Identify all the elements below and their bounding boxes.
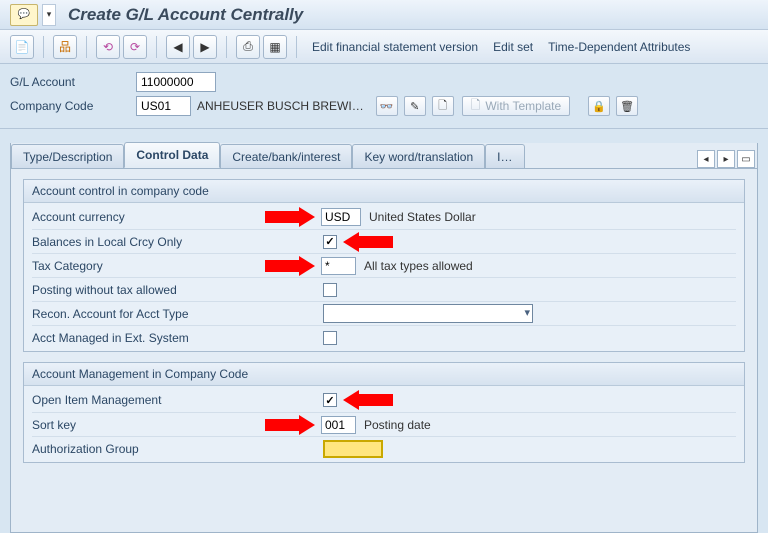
sheet-icon[interactable]: ▦ [263,35,287,59]
gl-account-label: G/L Account [10,75,130,89]
recon-account-label: Recon. Account for Acct Type [32,307,257,321]
page-title: Create G/L Account Centrally [68,5,303,25]
link-financial-statement[interactable]: Edit financial statement version [306,36,484,58]
posting-without-tax-checkbox[interactable] [323,283,337,297]
balances-local-label: Balances in Local Crcy Only [32,235,257,249]
toggle-display-icon[interactable]: 📄 [10,35,34,59]
account-currency-desc: United States Dollar [369,210,476,224]
open-item-label: Open Item Management [32,393,257,407]
company-code-desc: ANHEUSER BUSCH BREWI… [197,99,364,113]
next-icon[interactable]: ▶ [193,35,217,59]
tab-list-icon[interactable]: ▭ [737,150,755,168]
annotation-arrow-icon [265,417,313,433]
company-code-input[interactable] [136,96,191,116]
tab-information[interactable]: I… [485,144,524,169]
undo-icon[interactable]: ⟲ [96,35,120,59]
structure-icon[interactable]: 品 [53,35,77,59]
command-dropdown[interactable]: ▾ [42,4,56,26]
separator [86,36,87,58]
sort-key-desc: Posting date [364,418,431,432]
with-template-button[interactable]: 🗋 With Template [462,96,570,116]
group-account-management-title: Account Management in Company Code [24,363,744,386]
authorization-group-label: Authorization Group [32,442,257,456]
ext-system-checkbox[interactable] [323,331,337,345]
tab-scroll-right-icon[interactable]: ▸ [717,150,735,168]
group-account-management: Account Management in Company Code Open … [23,362,745,463]
template-icon: 🗋 [471,96,481,117]
sort-key-input[interactable] [321,416,356,434]
create-icon[interactable]: 🗋 [432,96,454,116]
separator [296,36,297,58]
tab-control-data[interactable]: Control Data [124,142,220,168]
link-edit-set[interactable]: Edit set [487,36,539,58]
open-item-checkbox[interactable]: ✓ [323,393,337,407]
tab-type-description[interactable]: Type/Description [11,144,124,169]
link-time-dependent[interactable]: Time-Dependent Attributes [542,36,696,58]
posting-without-tax-label: Posting without tax allowed [32,283,257,297]
tab-key-word-translation[interactable]: Key word/translation [352,144,485,169]
separator [156,36,157,58]
group-account-control: Account control in company code Account … [23,179,745,352]
redo-icon[interactable]: ⟳ [123,35,147,59]
display-icon[interactable]: 👓 [376,96,398,116]
prev-icon[interactable]: ◀ [166,35,190,59]
annotation-arrow-icon [345,234,393,250]
separator [43,36,44,58]
tax-category-desc: All tax types allowed [364,259,473,273]
balances-local-checkbox[interactable]: ✓ [323,235,337,249]
recon-account-select[interactable] [323,304,533,323]
account-currency-label: Account currency [32,210,257,224]
company-code-label: Company Code [10,99,130,113]
ext-system-label: Acct Managed in Ext. System [32,331,257,345]
tab-scroll-left-icon[interactable]: ◂ [697,150,715,168]
account-currency-input[interactable] [321,208,361,226]
edit-icon[interactable]: ✎ [404,96,426,116]
tab-create-bank-interest[interactable]: Create/bank/interest [220,144,352,169]
annotation-arrow-icon [265,209,313,225]
gl-account-input[interactable] [136,72,216,92]
authorization-group-input[interactable] [323,440,383,458]
layout-icon[interactable]: ⎙ [236,35,260,59]
delete-icon[interactable]: 🗑 [616,96,638,116]
command-icon[interactable]: 💬 [10,4,38,26]
annotation-arrow-icon [345,392,393,408]
group-account-control-title: Account control in company code [24,180,744,203]
tax-category-input[interactable] [321,257,356,275]
separator [226,36,227,58]
lock-icon[interactable]: 🔒 [588,96,610,116]
annotation-arrow-icon [265,258,313,274]
sort-key-label: Sort key [32,418,257,432]
with-template-label: With Template [485,99,561,113]
tax-category-label: Tax Category [32,259,257,273]
